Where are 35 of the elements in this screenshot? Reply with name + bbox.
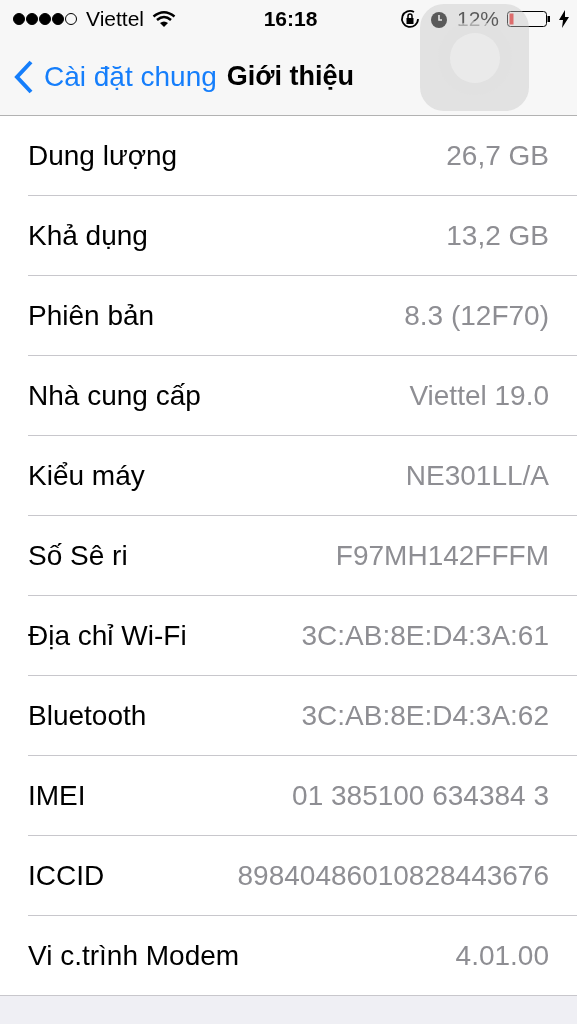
battery-percent: 12% [456, 7, 499, 31]
row-value: 3C:AB:8E:D4:3A:62 [301, 699, 549, 732]
battery-icon [507, 10, 551, 28]
row-value: 13,2 GB [446, 219, 549, 252]
row-label: Vi c.trình Modem [28, 939, 240, 972]
row-value: 01 385100 634384 3 [292, 779, 549, 812]
signal-icon [12, 12, 78, 26]
row-label: Địa chỉ Wi-Fi [28, 619, 187, 652]
row-value: 26,7 GB [446, 139, 549, 172]
row-value: 4.01.00 [455, 939, 549, 972]
row-value: 8.3 (12F70) [404, 299, 549, 332]
charging-icon [559, 10, 569, 28]
row-label: IMEI [28, 779, 86, 812]
row-label: Nhà cung cấp [28, 379, 201, 412]
back-chevron-icon [14, 59, 34, 94]
clock-time: 16:18 [263, 7, 318, 31]
page-title: Giới thiệu [226, 61, 354, 92]
row-label: Kiểu máy [28, 459, 145, 492]
row-value: F97MH142FFFM [335, 539, 549, 572]
row-label: Dung lượng [28, 139, 178, 172]
row-value: 89840486010828443676 [237, 859, 549, 892]
alarm-icon [428, 9, 449, 29]
row-value: Viettel 19.0 [409, 379, 549, 412]
assistive-touch-button[interactable] [420, 4, 529, 111]
row-label: ICCID [28, 859, 105, 892]
rotation-lock-icon [398, 8, 421, 30]
row-label: Số Sê ri [28, 539, 128, 572]
row-label: Khả dụng [28, 219, 148, 252]
back-button[interactable]: Cài đặt chung [14, 59, 217, 94]
row-label: Bluetooth [28, 699, 147, 732]
wifi-icon [152, 10, 176, 28]
row-label: Phiên bản [28, 299, 155, 332]
row-value: 3C:AB:8E:D4:3A:61 [301, 619, 549, 652]
carrier-name: Viettel [86, 7, 144, 31]
row-value: NE301LL/A [405, 459, 549, 492]
